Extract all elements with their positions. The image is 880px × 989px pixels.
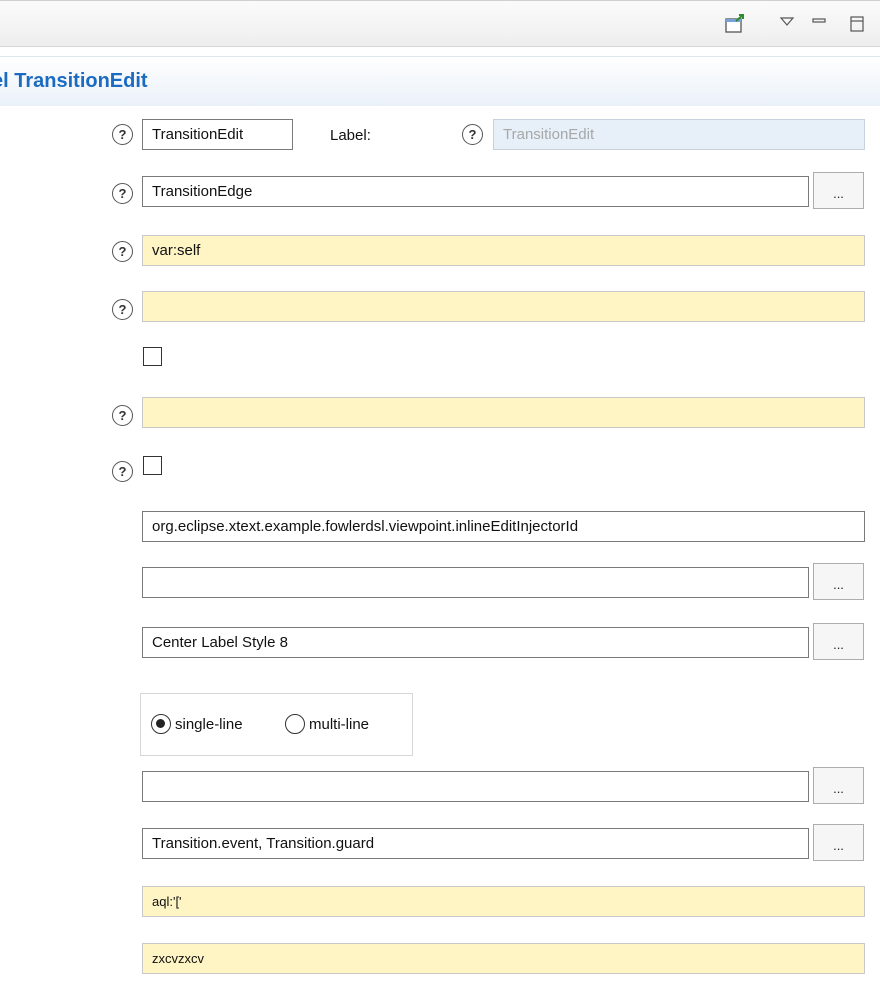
- minimize-icon[interactable]: [808, 11, 830, 33]
- editor-mode-radio-group: single-line multi-line: [140, 693, 413, 756]
- help-icon[interactable]: ?: [112, 241, 133, 262]
- label-field: TransitionEdit: [493, 119, 865, 150]
- help-icon[interactable]: ?: [112, 124, 133, 145]
- view-menu-icon[interactable]: [776, 11, 798, 33]
- help-icon[interactable]: ?: [112, 299, 133, 320]
- expression-field[interactable]: zxcvzxcv: [142, 943, 865, 974]
- view-toolbar: [0, 0, 880, 47]
- section-title: el TransitionEdit: [0, 70, 148, 92]
- help-icon[interactable]: ?: [112, 183, 133, 204]
- help-icon[interactable]: ?: [112, 461, 133, 482]
- browse-button[interactable]: ...: [813, 563, 864, 600]
- radio-multi-line-label: multi-line: [309, 715, 370, 733]
- radio-single-line[interactable]: single-line: [151, 714, 243, 734]
- browse-button[interactable]: ...: [813, 824, 864, 861]
- label-style-field[interactable]: Center Label Style 8: [142, 627, 809, 658]
- features-field[interactable]: Transition.event, Transition.guard: [142, 828, 809, 859]
- label-caption: Label:: [330, 127, 371, 144]
- edit-label-tool-field[interactable]: [142, 567, 809, 598]
- browse-button[interactable]: ...: [813, 623, 864, 660]
- direct-edit-checkbox[interactable]: [143, 456, 162, 475]
- radio-single-line-label: single-line: [175, 715, 243, 733]
- radio-multi-line[interactable]: multi-line: [285, 714, 369, 734]
- help-icon[interactable]: ?: [112, 405, 133, 426]
- reference-field[interactable]: [142, 771, 809, 802]
- precondition-expression-field[interactable]: [142, 291, 865, 322]
- synchronization-checkbox[interactable]: [143, 347, 162, 366]
- semantic-candidates-expression-field[interactable]: var:self: [142, 235, 865, 266]
- injector-id-field[interactable]: org.eclipse.xtext.example.fowlerdsl.view…: [142, 511, 865, 542]
- section-header: el TransitionEdit: [0, 56, 880, 106]
- radio-unselected-icon: [285, 714, 305, 734]
- radio-selected-icon: [151, 714, 171, 734]
- id-field[interactable]: TransitionEdit: [142, 119, 293, 150]
- new-window-icon[interactable]: [724, 13, 746, 35]
- browse-button[interactable]: ...: [813, 172, 864, 209]
- domain-class-field[interactable]: TransitionEdge: [142, 176, 809, 207]
- expression-field[interactable]: aql:'[': [142, 886, 865, 917]
- browse-button[interactable]: ...: [813, 767, 864, 804]
- finish-label-expression-field[interactable]: [142, 397, 865, 428]
- help-icon[interactable]: ?: [462, 124, 483, 145]
- maximize-icon[interactable]: [846, 13, 868, 35]
